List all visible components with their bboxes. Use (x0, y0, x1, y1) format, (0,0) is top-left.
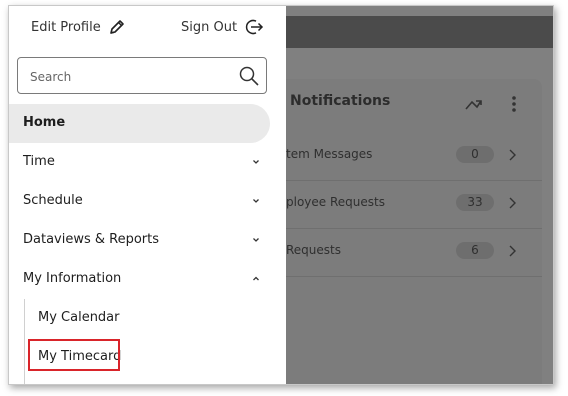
chevron-up-icon (253, 276, 259, 281)
notification-row[interactable]: Requests 6 (286, 228, 542, 277)
pencil-icon (109, 20, 124, 34)
chevron-down-icon (253, 238, 259, 242)
notification-row[interactable]: tem Messages 0 (286, 132, 542, 181)
sign-out-link[interactable]: Sign Out (181, 18, 264, 36)
app-topbar (286, 16, 553, 48)
chevron-right-icon (509, 245, 516, 257)
notification-row[interactable]: ployee Requests 33 (286, 180, 542, 229)
search-field (17, 57, 267, 95)
sign-out-label: Sign Out (181, 19, 238, 35)
nav-item-my-information[interactable]: My Information (9, 260, 270, 299)
chevron-down-icon (253, 199, 259, 203)
nav-item-label: Time (23, 154, 55, 169)
notifications-title: Notifications (290, 93, 391, 109)
app-window: Notifications tem Messages 0 ployee Requ… (8, 5, 554, 385)
search-icon[interactable] (238, 65, 260, 87)
more-vertical-icon[interactable] (508, 93, 520, 115)
notification-label: ployee Requests (286, 195, 385, 209)
chevron-right-icon (509, 197, 516, 209)
search-input[interactable] (28, 58, 232, 95)
notification-label: Requests (286, 243, 341, 257)
submenu-rail (24, 299, 25, 384)
nav-item-label: Schedule (23, 193, 83, 208)
edit-profile-link[interactable]: Edit Profile (31, 18, 126, 36)
edit-profile-label: Edit Profile (31, 19, 101, 35)
sign-out-icon (245, 19, 264, 35)
notification-label: tem Messages (286, 147, 373, 161)
nav-item-schedule[interactable]: Schedule (9, 182, 270, 221)
nav-item-label: My Information (23, 271, 122, 286)
notification-count: 0 (456, 146, 494, 163)
nav-drawer: Edit Profile Sign Out Home (9, 6, 286, 384)
nav-subitem-label: My Calendar (38, 310, 120, 325)
notifications-card: Notifications tem Messages 0 ployee Requ… (286, 79, 542, 384)
nav-item-label: Home (23, 115, 66, 130)
app-overlay[interactable]: Notifications tem Messages 0 ployee Requ… (286, 6, 553, 384)
share-icon[interactable] (462, 93, 484, 115)
notification-count: 33 (456, 194, 494, 211)
nav-item-home[interactable]: Home (9, 104, 270, 143)
nav-item-dataviews-reports[interactable]: Dataviews & Reports (9, 221, 270, 260)
chevron-right-icon (509, 149, 516, 161)
nav-item-time[interactable]: Time (9, 143, 270, 182)
annotation-highlight-box (28, 339, 120, 371)
nav-item-label: Dataviews & Reports (23, 232, 160, 247)
notification-count: 6 (456, 242, 494, 259)
chevron-down-icon (253, 160, 259, 164)
